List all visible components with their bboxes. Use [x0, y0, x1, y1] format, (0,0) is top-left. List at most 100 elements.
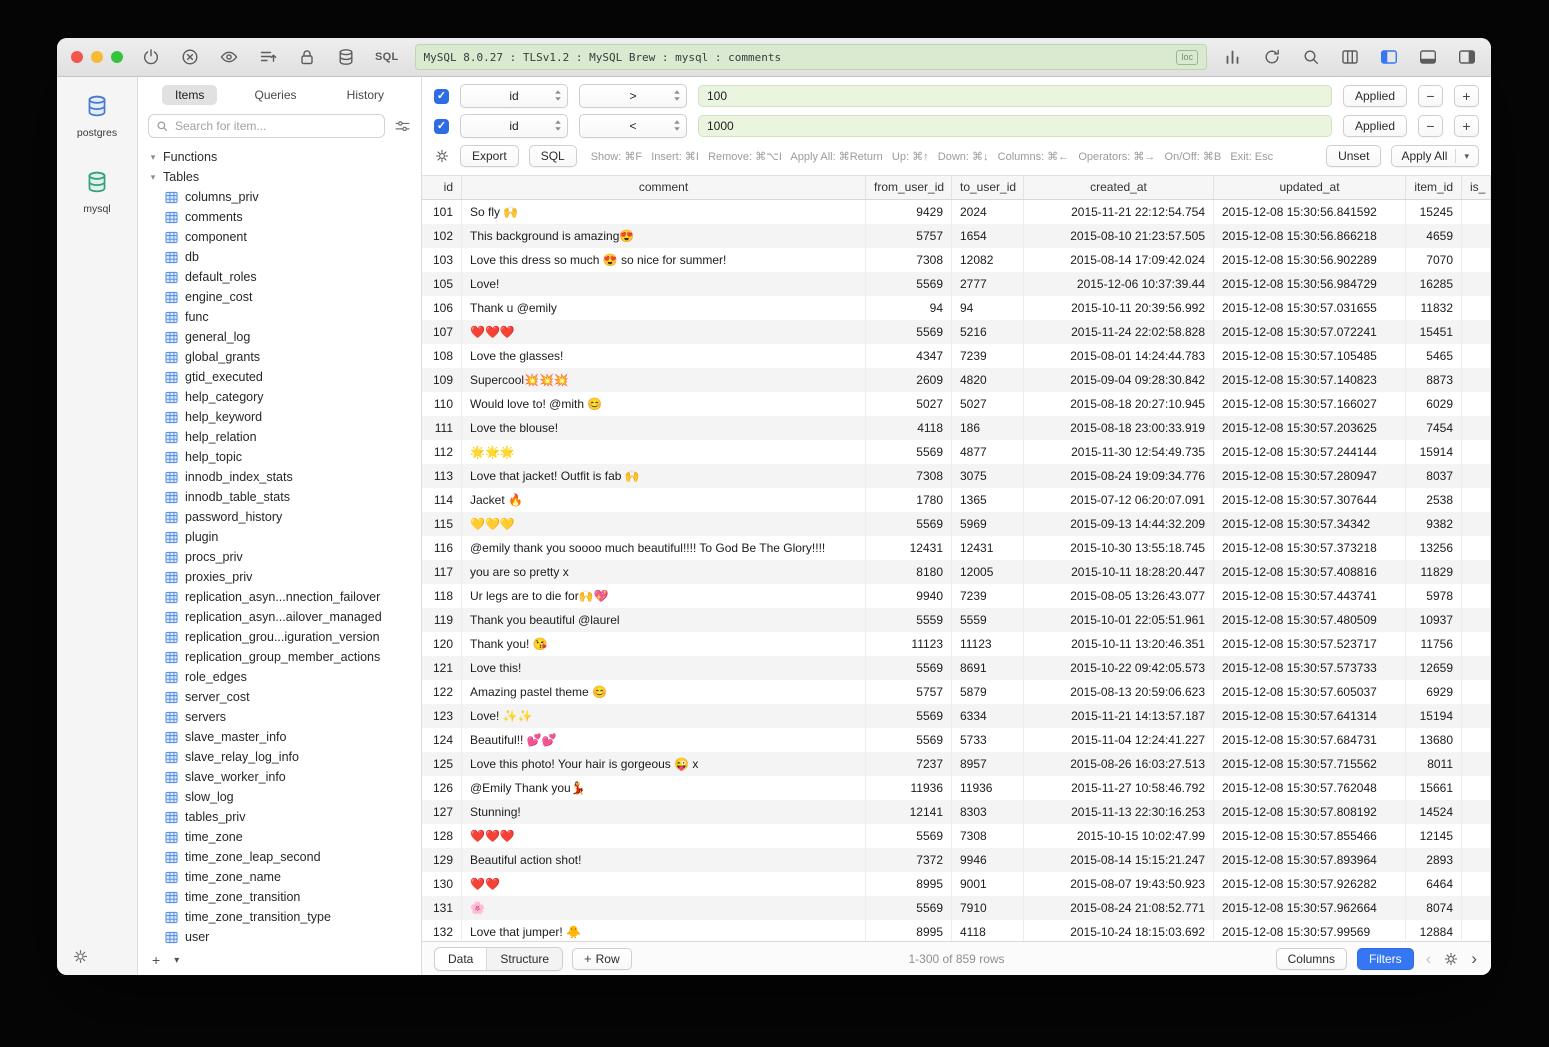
tune-icon[interactable] [394, 118, 411, 135]
cell-from_user_id[interactable]: 5559 [866, 608, 952, 632]
cell-updated_at[interactable]: 2015-12-08 15:30:57.855466 [1214, 824, 1406, 848]
prev-page-button[interactable]: ‹ [1424, 950, 1434, 968]
cell-comment[interactable]: Supercool💥💥💥 [462, 368, 866, 392]
cell-id[interactable]: 110 [422, 392, 462, 416]
cell-from_user_id[interactable]: 11123 [866, 632, 952, 656]
cell-from_user_id[interactable]: 94 [866, 296, 952, 320]
table-item-role_edges[interactable]: role_edges [138, 667, 421, 687]
filter1-value-input[interactable] [698, 85, 1332, 107]
table-item-engine_cost[interactable]: engine_cost [138, 287, 421, 307]
cell-is_[interactable] [1462, 848, 1491, 872]
cell-item_id[interactable]: 7454 [1406, 416, 1462, 440]
cell-item_id[interactable]: 15661 [1406, 776, 1462, 800]
cell-created_at[interactable]: 2015-08-14 17:09:42.024 [1024, 248, 1214, 272]
table-row-123[interactable]: 123Love! ✨✨556963342015-11-21 14:13:57.1… [422, 704, 1491, 728]
cell-created_at[interactable]: 2015-08-01 14:24:44.783 [1024, 344, 1214, 368]
cell-comment[interactable]: Stunning! [462, 800, 866, 824]
cell-updated_at[interactable]: 2015-12-08 15:30:56.841592 [1214, 200, 1406, 224]
table-row-101[interactable]: 101So fly 🙌942920242015-11-21 22:12:54.7… [422, 200, 1491, 224]
page-settings-gear-icon[interactable] [1443, 951, 1459, 967]
cell-id[interactable]: 115 [422, 512, 462, 536]
cell-is_[interactable] [1462, 800, 1491, 824]
cell-is_[interactable] [1462, 704, 1491, 728]
cell-item_id[interactable]: 14524 [1406, 800, 1462, 824]
cell-is_[interactable] [1462, 560, 1491, 584]
cell-updated_at[interactable]: 2015-12-08 15:30:57.573733 [1214, 656, 1406, 680]
cell-updated_at[interactable]: 2015-12-08 15:30:57.166027 [1214, 392, 1406, 416]
column-header-to_user_id[interactable]: to_user_id [952, 176, 1024, 199]
cell-id[interactable]: 103 [422, 248, 462, 272]
cell-updated_at[interactable]: 2015-12-08 15:30:57.605037 [1214, 680, 1406, 704]
table-row-110[interactable]: 110Would love to! @mith 😊502750272015-08… [422, 392, 1491, 416]
cell-id[interactable]: 109 [422, 368, 462, 392]
cell-created_at[interactable]: 2015-08-05 13:26:43.077 [1024, 584, 1214, 608]
cell-is_[interactable] [1462, 920, 1491, 941]
cell-is_[interactable] [1462, 440, 1491, 464]
cell-from_user_id[interactable]: 12141 [866, 800, 952, 824]
cell-comment[interactable]: Love! [462, 272, 866, 296]
cell-to_user_id[interactable]: 4118 [952, 920, 1024, 941]
filter2-column-select[interactable]: id [460, 114, 568, 138]
cell-item_id[interactable]: 15914 [1406, 440, 1462, 464]
cell-from_user_id[interactable]: 5757 [866, 224, 952, 248]
unset-button[interactable]: Unset [1326, 145, 1381, 167]
table-item-time_zone[interactable]: time_zone [138, 827, 421, 847]
cell-id[interactable]: 124 [422, 728, 462, 752]
cell-from_user_id[interactable]: 5569 [866, 704, 952, 728]
cell-created_at[interactable]: 2015-10-30 13:55:18.745 [1024, 536, 1214, 560]
cell-item_id[interactable]: 13680 [1406, 728, 1462, 752]
left-sidebar-toggle-icon[interactable] [1379, 47, 1399, 67]
cell-from_user_id[interactable]: 5569 [866, 656, 952, 680]
table-item-time_zone_transition_type[interactable]: time_zone_transition_type [138, 907, 421, 927]
cell-from_user_id[interactable]: 12431 [866, 536, 952, 560]
table-item-slave_relay_log_info[interactable]: slave_relay_log_info [138, 747, 421, 767]
cell-id[interactable]: 125 [422, 752, 462, 776]
cell-comment[interactable]: 🌸 [462, 896, 866, 920]
cell-from_user_id[interactable]: 5757 [866, 680, 952, 704]
cell-item_id[interactable]: 12145 [1406, 824, 1462, 848]
eye-icon[interactable] [219, 47, 239, 67]
table-item-global_grants[interactable]: global_grants [138, 347, 421, 367]
cell-from_user_id[interactable]: 9429 [866, 200, 952, 224]
cell-to_user_id[interactable]: 1365 [952, 488, 1024, 512]
table-row-128[interactable]: 128❤️❤️❤️556973082015-10-15 10:02:47.992… [422, 824, 1491, 848]
cell-updated_at[interactable]: 2015-12-08 15:30:57.408816 [1214, 560, 1406, 584]
cell-updated_at[interactable]: 2015-12-08 15:30:57.893964 [1214, 848, 1406, 872]
cell-is_[interactable] [1462, 608, 1491, 632]
cell-id[interactable]: 118 [422, 584, 462, 608]
add-row-button[interactable]: + Row [572, 948, 632, 970]
cell-updated_at[interactable]: 2015-12-08 15:30:57.715562 [1214, 752, 1406, 776]
connect-icon[interactable] [141, 47, 161, 67]
filter2-operator-select[interactable]: < [579, 114, 687, 138]
table-item-password_history[interactable]: password_history [138, 507, 421, 527]
cell-is_[interactable] [1462, 632, 1491, 656]
cell-updated_at[interactable]: 2015-12-08 15:30:57.373218 [1214, 536, 1406, 560]
cell-to_user_id[interactable]: 3075 [952, 464, 1024, 488]
table-row-107[interactable]: 107❤️❤️❤️556952162015-11-24 22:02:58.828… [422, 320, 1491, 344]
cell-to_user_id[interactable]: 5559 [952, 608, 1024, 632]
table-row-121[interactable]: 121Love this!556986912015-10-22 09:42:05… [422, 656, 1491, 680]
table-columns-icon[interactable] [1340, 47, 1360, 67]
cell-updated_at[interactable]: 2015-12-08 15:30:57.684731 [1214, 728, 1406, 752]
cell-id[interactable]: 126 [422, 776, 462, 800]
table-row-115[interactable]: 115💛💛💛556959692015-09-13 14:44:32.209201… [422, 512, 1491, 536]
cell-id[interactable]: 112 [422, 440, 462, 464]
table-row-130[interactable]: 130❤️❤️899590012015-08-07 19:43:50.92320… [422, 872, 1491, 896]
cell-to_user_id[interactable]: 8691 [952, 656, 1024, 680]
table-item-default_roles[interactable]: default_roles [138, 267, 421, 287]
cell-item_id[interactable]: 8873 [1406, 368, 1462, 392]
cell-item_id[interactable]: 6464 [1406, 872, 1462, 896]
cell-comment[interactable]: Love this photo! Your hair is gorgeous 😜… [462, 752, 866, 776]
table-item-comments[interactable]: comments [138, 207, 421, 227]
filter1-column-select[interactable]: id [460, 84, 568, 108]
table-item-replication_asyn...ailover_managed[interactable]: replication_asyn...ailover_managed [138, 607, 421, 627]
cell-to_user_id[interactable]: 11123 [952, 632, 1024, 656]
cell-created_at[interactable]: 2015-08-26 16:03:27.513 [1024, 752, 1214, 776]
table-row-105[interactable]: 105Love!556927772015-12-06 10:37:39.4420… [422, 272, 1491, 296]
cell-to_user_id[interactable]: 5969 [952, 512, 1024, 536]
table-item-replication_asyn...nnection_failover[interactable]: replication_asyn...nnection_failover [138, 587, 421, 607]
table-item-db[interactable]: db [138, 247, 421, 267]
cell-id[interactable]: 116 [422, 536, 462, 560]
table-item-time_zone_name[interactable]: time_zone_name [138, 867, 421, 887]
cell-from_user_id[interactable]: 8995 [866, 872, 952, 896]
